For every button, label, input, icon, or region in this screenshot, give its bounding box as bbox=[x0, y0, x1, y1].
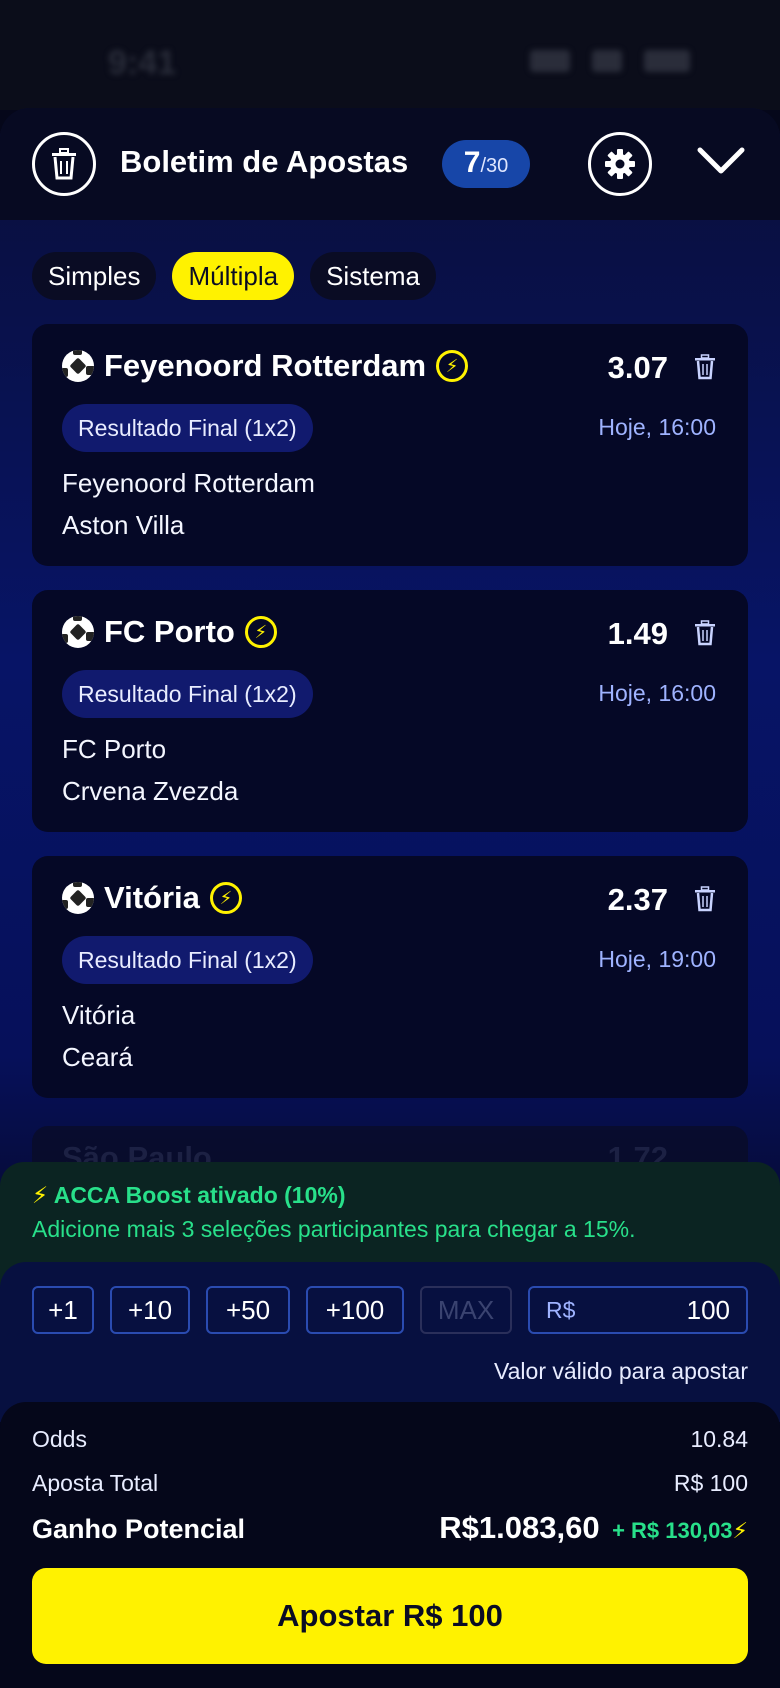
selection-max: /30 bbox=[480, 155, 509, 177]
quick-stake-plus-1[interactable]: +1 bbox=[32, 1286, 94, 1334]
stake-amount-input[interactable]: R$ 100 bbox=[528, 1286, 748, 1334]
quick-stake-plus-100[interactable]: +100 bbox=[306, 1286, 404, 1334]
away-team: Ceará bbox=[62, 1042, 133, 1072]
market-badge: Resultado Final (1x2) bbox=[62, 936, 313, 984]
selection-count: 7 bbox=[463, 146, 481, 179]
remove-selection-trash-icon[interactable] bbox=[694, 354, 716, 380]
signal-icon bbox=[530, 50, 570, 72]
total-stake-value: R$ 100 bbox=[673, 1470, 748, 1496]
boost-title-text: ACCA Boost ativado (10%) bbox=[53, 1182, 346, 1208]
stake-panel: +1 +10 +50 +100 MAX R$ 100 Valor válido … bbox=[0, 1262, 780, 1422]
boost-gain-value: + R$ 130,03 bbox=[612, 1518, 733, 1543]
selection-count-badge: 7 /30 bbox=[442, 140, 530, 188]
clear-slip-button[interactable] bbox=[32, 132, 96, 196]
potential-win-group: R$1.083,60 + R$ 130,03⚡ bbox=[439, 1510, 748, 1546]
bolt-icon: ⚡ bbox=[732, 1518, 748, 1543]
potential-win-row: Ganho Potencial R$1.083,60 + R$ 130,03⚡ bbox=[32, 1510, 748, 1546]
stake-amount: 100 bbox=[686, 1294, 730, 1325]
home-team: Vitória bbox=[62, 1000, 136, 1030]
quick-stake-plus-10[interactable]: +10 bbox=[110, 1286, 190, 1334]
home-team: FC Porto bbox=[62, 734, 167, 764]
potential-win-label: Ganho Potencial bbox=[32, 1514, 246, 1544]
bet-type-tabs: Simples Múltipla Sistema bbox=[32, 252, 436, 300]
market-badge: Resultado Final (1x2) bbox=[62, 404, 313, 452]
bet-card-title: Vitória ⚡ bbox=[62, 880, 242, 916]
event-name: Feyenoord Rotterdam bbox=[104, 348, 427, 383]
bet-card: FC Porto ⚡ 1.49 Resultado Final (1x2) Ho… bbox=[32, 590, 748, 832]
boost-gain: + R$ 130,03⚡ bbox=[612, 1518, 748, 1543]
soccer-ball-icon bbox=[62, 616, 94, 648]
page-title: Boletim de Apostas bbox=[120, 144, 409, 179]
total-stake-row: Aposta Total R$ 100 bbox=[32, 1470, 748, 1497]
away-team: Crvena Zvezda bbox=[62, 776, 239, 806]
odds-value: 10.84 bbox=[690, 1426, 748, 1452]
market-badge: Resultado Final (1x2) bbox=[62, 670, 313, 718]
boost-title: ⚡ ACCA Boost ativado (10%) bbox=[32, 1182, 346, 1209]
status-icons bbox=[530, 50, 690, 72]
event-name: FC Porto bbox=[104, 614, 235, 649]
event-time: Hoje, 16:00 bbox=[598, 414, 716, 440]
stake-valid-note: Valor válido para apostar bbox=[494, 1358, 748, 1384]
bet-slip-sheet: Boletim de Apostas 7 /30 Simples Múltipl… bbox=[0, 108, 780, 1688]
bet-odds: 2.37 bbox=[607, 882, 668, 917]
boost-bolt-icon: ⚡ bbox=[244, 616, 277, 648]
bet-odds: 3.07 bbox=[607, 350, 668, 385]
bet-card: Vitória ⚡ 2.37 Resultado Final (1x2) Hoj… bbox=[32, 856, 748, 1098]
tab-multipla[interactable]: Múltipla bbox=[172, 252, 295, 300]
bet-odds: 1.49 bbox=[607, 616, 668, 651]
soccer-ball-icon bbox=[62, 882, 94, 914]
odds-row: Odds 10.84 bbox=[32, 1426, 748, 1453]
event-name: Vitória bbox=[104, 880, 200, 915]
boost-message: Adicione mais 3 seleções participantes p… bbox=[32, 1216, 636, 1242]
event-time: Hoje, 19:00 bbox=[598, 946, 716, 972]
collapse-chevron-icon[interactable] bbox=[696, 146, 746, 176]
bolt-icon: ⚡ bbox=[32, 1182, 49, 1208]
trash-icon bbox=[52, 148, 76, 180]
place-bet-button[interactable]: Apostar R$ 100 bbox=[32, 1568, 748, 1664]
wifi-icon bbox=[592, 50, 622, 72]
bet-card-title: FC Porto ⚡ bbox=[62, 614, 277, 650]
currency-symbol: R$ bbox=[546, 1296, 576, 1323]
odds-label: Odds bbox=[32, 1426, 87, 1452]
tab-sistema[interactable]: Sistema bbox=[310, 252, 436, 300]
boost-bolt-icon: ⚡ bbox=[436, 350, 469, 382]
bet-slip-header: Boletim de Apostas 7 /30 bbox=[0, 108, 780, 220]
quick-stake-max[interactable]: MAX bbox=[420, 1286, 512, 1334]
home-team: Feyenoord Rotterdam bbox=[62, 468, 315, 498]
remove-selection-trash-icon[interactable] bbox=[694, 886, 716, 912]
boost-bolt-icon: ⚡ bbox=[209, 882, 242, 914]
status-bar: 9:41 bbox=[0, 0, 780, 110]
away-team: Aston Villa bbox=[62, 510, 185, 540]
total-stake-label: Aposta Total bbox=[32, 1470, 159, 1496]
bet-card: Feyenoord Rotterdam ⚡ 3.07 Resultado Fin… bbox=[32, 324, 748, 566]
event-time: Hoje, 16:00 bbox=[598, 680, 716, 706]
potential-win-value: R$1.083,60 bbox=[439, 1510, 600, 1545]
battery-icon bbox=[644, 50, 690, 72]
quick-stake-plus-50[interactable]: +50 bbox=[206, 1286, 290, 1334]
status-time: 9:41 bbox=[108, 44, 177, 82]
gear-icon bbox=[605, 149, 635, 179]
settings-button[interactable] bbox=[588, 132, 652, 196]
bet-card-title: Feyenoord Rotterdam ⚡ bbox=[62, 348, 469, 384]
tab-simples[interactable]: Simples bbox=[32, 252, 157, 300]
soccer-ball-icon bbox=[62, 350, 94, 382]
remove-selection-trash-icon[interactable] bbox=[694, 620, 716, 646]
